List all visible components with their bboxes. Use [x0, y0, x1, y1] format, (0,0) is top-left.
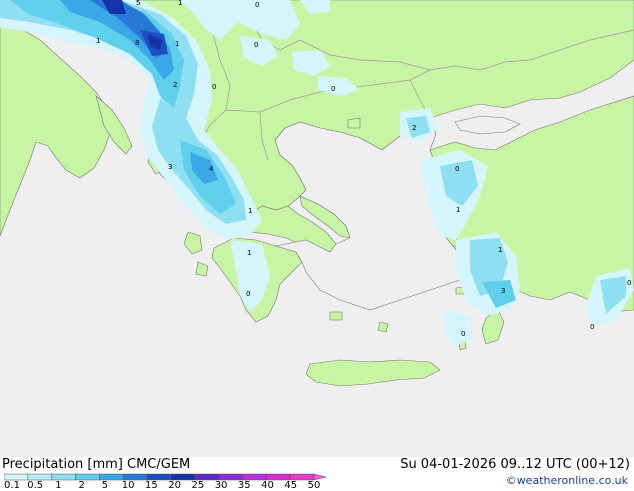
scale-tick-label: 1	[55, 480, 62, 491]
map-label: 0	[254, 41, 258, 49]
map-label: 0	[255, 1, 259, 9]
scale-tick-label: 5	[101, 480, 109, 491]
scale-tick-label: 20	[168, 480, 181, 491]
map-label: 0	[246, 290, 250, 298]
scale-tick-label: 40	[261, 480, 274, 491]
map-label: 1	[175, 40, 179, 48]
scale-tick-label: 50	[307, 480, 321, 491]
map-label: 0	[331, 85, 335, 93]
map-label: 2	[173, 81, 177, 89]
map-label: 1	[96, 37, 100, 45]
scale-tick-label: 15	[145, 480, 158, 491]
map-label: 0	[590, 323, 594, 331]
valid-time: Su 04-01-2026 09..12 UTC (00+12)	[400, 457, 630, 472]
map-label: 4	[209, 165, 214, 173]
scale-tick-label: 30	[214, 480, 228, 491]
map-label: 1	[248, 207, 252, 215]
map-label: 1	[247, 249, 251, 257]
map-label: 0	[455, 165, 459, 173]
color-scale-bar	[4, 473, 327, 481]
scale-tick-label: 25	[191, 480, 205, 491]
map-label: 0	[461, 330, 465, 338]
scale-tick-label: 0.1	[4, 480, 20, 491]
map-label: 1	[498, 246, 502, 254]
scale-tick-label: 45	[284, 480, 298, 491]
precipitation-map: 5 1 0 1 8 1 2 0 0 0 2 3 4 0 1 1 1 1 0 3 …	[0, 0, 634, 457]
map-label: 1	[456, 206, 460, 214]
scale-tick-label: 2	[78, 480, 85, 491]
map-label: 1	[178, 0, 182, 7]
scale-tick-label: 0.5	[27, 480, 44, 491]
map-label: 3	[501, 287, 505, 295]
thasos	[347, 117, 361, 129]
santorini	[377, 321, 389, 333]
map-label: 0	[627, 279, 631, 287]
map-footer: Precipitation [mm] CMC/GEM Su 04-01-2026…	[0, 457, 634, 491]
map-label: 2	[412, 124, 416, 132]
credit-link[interactable]: ©weatheronline.co.uk	[506, 474, 628, 487]
map-label: 3	[168, 163, 172, 171]
map-label: 0	[212, 83, 216, 91]
milos	[329, 311, 343, 321]
map-label: 8	[135, 39, 139, 47]
product-title: Precipitation [mm] CMC/GEM	[2, 457, 191, 472]
scale-tick-label: 35	[237, 480, 251, 491]
map-label: 5	[136, 0, 140, 7]
scale-tick-label: 10	[121, 480, 135, 491]
